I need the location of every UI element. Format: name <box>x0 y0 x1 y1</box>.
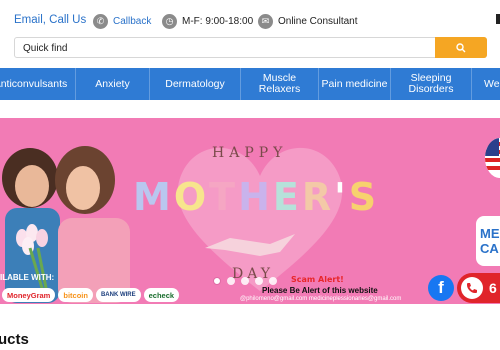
search-bar <box>14 37 487 58</box>
category-nav: Anticonvulsants Anxiety Dermatology Musc… <box>0 68 500 100</box>
moneygram-logo: MoneyGram <box>2 288 56 302</box>
email-link[interactable]: Email <box>14 14 43 26</box>
nav-item-weight[interactable]: Wei <box>472 68 500 100</box>
scam-alert-title: Scam Alert! <box>291 275 344 284</box>
letter: M <box>133 175 172 219</box>
nav-item-anxiety[interactable]: Anxiety <box>76 68 150 100</box>
letter: ' <box>334 175 347 219</box>
carousel-dot[interactable] <box>255 277 263 285</box>
phone-icon: ✆ <box>93 13 108 29</box>
consultant-label: Online Consultant <box>278 15 358 27</box>
bitcoin-logo: bitcoin <box>58 288 93 302</box>
carousel-dot[interactable] <box>213 277 221 285</box>
nav-item-label: Anticonvulsants <box>0 77 68 90</box>
ribbon-graphic <box>205 234 295 256</box>
section-title: ucts <box>0 331 29 348</box>
letter: O <box>173 175 208 219</box>
online-consultant-link[interactable]: ✉ Online Consultant <box>258 12 358 30</box>
nav-item-label: Sleeping Disorders <box>408 72 454 95</box>
bank-wire-logo: BANK WIRE <box>95 288 141 302</box>
nav-item-label: Dermatology <box>165 77 225 90</box>
us-flag-icon <box>485 138 500 178</box>
callback-label: Callback <box>113 15 152 27</box>
chat-icon: ✉ <box>258 13 273 29</box>
hours-label: M-F: 9:00-18:00 <box>182 15 254 27</box>
clock-icon: ◷ <box>162 13 177 29</box>
banner-happy-text: HAPPY <box>212 145 288 161</box>
carousel-dots <box>213 277 277 285</box>
facebook-icon[interactable]: f <box>428 275 454 301</box>
search-icon <box>456 42 466 52</box>
letter: E <box>272 175 300 219</box>
letter: S <box>348 175 378 219</box>
side-badge-text: ME CA <box>480 226 500 256</box>
spacer <box>0 100 500 118</box>
hero-banner[interactable]: HAPPY MOTHER'S DAY ILABLE WITH: MoneyGra… <box>0 118 500 304</box>
carousel-dot[interactable] <box>269 277 277 285</box>
nav-item-sleeping-disorders[interactable]: Sleeping Disorders <box>391 68 472 100</box>
nav-item-pain-medicine[interactable]: Pain medicine <box>319 68 391 100</box>
search-button[interactable] <box>435 37 487 58</box>
echeck-logo: echeck <box>143 288 180 302</box>
contact-separator: , <box>42 14 46 26</box>
cart-icon[interactable] <box>496 14 500 24</box>
top-bar: Email, Call Us ✆ Callback ◷ M-F: 9:00-18… <box>0 0 500 68</box>
nav-item-dermatology[interactable]: Dermatology <box>150 68 241 100</box>
search-input[interactable] <box>15 39 435 58</box>
letter: R <box>301 175 333 219</box>
banner-mothers-text: MOTHER'S <box>132 175 378 219</box>
nav-item-label: Wei <box>484 77 500 90</box>
contact-links: Email, Call Us <box>14 14 86 26</box>
carousel-dot[interactable] <box>227 277 235 285</box>
nav-item-label: Pain medicine <box>321 77 388 90</box>
nav-item-label: Anxiety <box>95 77 130 90</box>
scam-alert-warning: Please Be Alert of this website <box>262 286 378 295</box>
nav-item-muscle-relaxers[interactable]: Muscle Relaxers <box>241 68 319 100</box>
phone-icon <box>461 277 483 299</box>
call-button[interactable]: 6 <box>457 273 500 303</box>
carousel-dot[interactable] <box>241 277 249 285</box>
available-with-label: ILABLE WITH: <box>0 273 55 282</box>
scam-emails: @philomeno@gmail.com medicineplessionari… <box>240 296 402 302</box>
call-us-link[interactable]: Call Us <box>49 14 86 26</box>
payment-methods: MoneyGram bitcoin BANK WIRE echeck <box>0 286 200 304</box>
letter: H <box>238 175 271 219</box>
nav-item-label: Muscle Relaxers <box>258 72 301 95</box>
nav-item-anticonvulsants[interactable]: Anticonvulsants <box>0 68 76 100</box>
letter: T <box>209 175 237 219</box>
phone-number: 6 <box>489 280 497 296</box>
callback-link[interactable]: ✆ Callback <box>93 12 151 30</box>
working-hours: ◷ M-F: 9:00-18:00 <box>162 12 253 30</box>
